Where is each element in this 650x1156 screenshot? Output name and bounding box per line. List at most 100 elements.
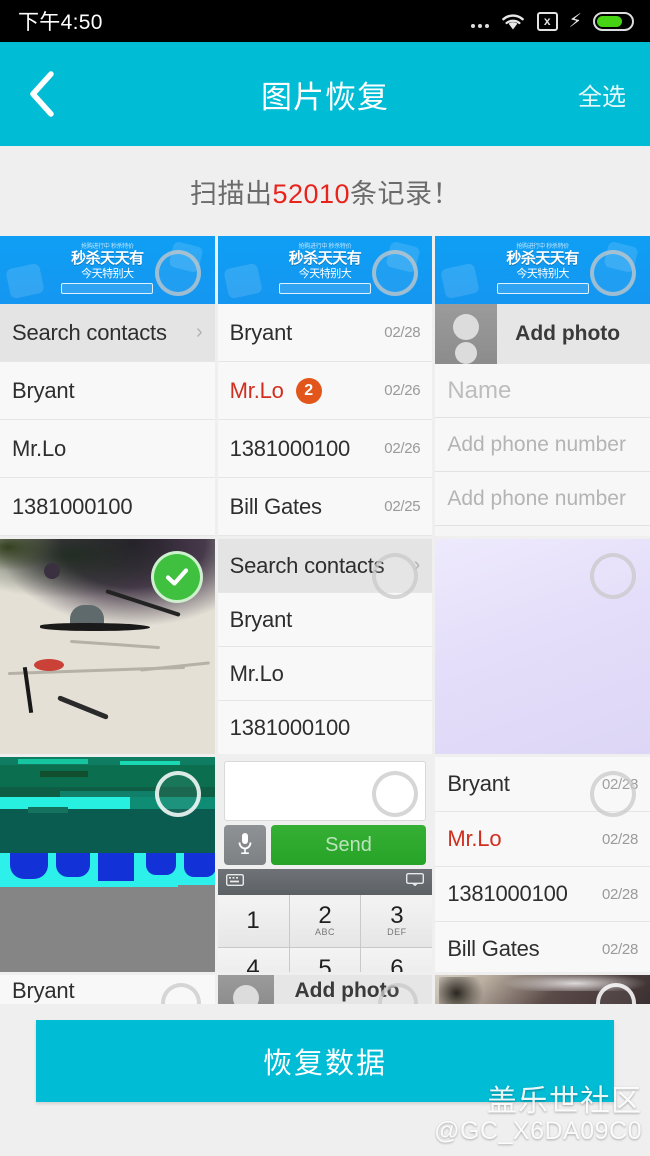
keypad-key[interactable]: 6 MNO xyxy=(361,948,433,972)
microphone-icon xyxy=(237,831,253,860)
list-item[interactable]: Mr.Lo 2 02/26 xyxy=(217,362,433,420)
promo-line2: 今天特别大 xyxy=(516,268,569,280)
phone-field-1[interactable]: Add phone number xyxy=(435,418,650,472)
thumb-contacts-list-screenshot[interactable]: 抢购进行中 秒杀特价 秒杀天天有 今天特别大 Search contacts ›… xyxy=(0,236,215,536)
row-label-wrap: Bryant xyxy=(229,319,293,346)
watermark: 盖乐世社区 @GC_X6DA09C0 xyxy=(434,1086,642,1144)
status-bar: 下午4:50 x ⚡ xyxy=(0,0,650,42)
chevron-right-icon: › xyxy=(195,321,203,343)
ink-cabin xyxy=(70,605,104,625)
microphone-button[interactable] xyxy=(223,825,266,865)
scan-result-bar: 扫描出52010条记录！ xyxy=(0,146,650,236)
promo-badge: 抢购进行中 秒杀特价 秒杀天天有 今天特别大 xyxy=(487,241,599,294)
thumb-add-contact-screenshot[interactable]: 抢购进行中 秒杀特价 秒杀天天有 今天特别大 Add photo Name Ad… xyxy=(435,236,650,536)
key-digit: 1 xyxy=(246,907,260,934)
list-item[interactable]: Bryant xyxy=(0,362,215,420)
row-date: 02/26 xyxy=(384,440,421,457)
list-item[interactable]: 1381000100 xyxy=(0,478,215,536)
list-item[interactable]: Mr.Lo xyxy=(0,420,215,478)
thumb-partial-contacts[interactable]: Bryant xyxy=(0,975,215,1004)
ink-reed xyxy=(57,695,109,720)
thumb-message-compose-screenshot[interactable]: Send 1 2 ABC 3 DEF 4 5 6 xyxy=(217,757,433,973)
app-header: 图片恢复 全选 xyxy=(0,42,650,146)
list-item[interactable]: 1381000100 02/28 xyxy=(435,867,650,922)
keypad-key[interactable]: 3 DEF xyxy=(361,895,433,947)
list-item[interactable]: Bill Gates 02/25 xyxy=(217,478,433,536)
list-item[interactable]: Mr.Lo 02/28 xyxy=(435,812,650,867)
keypad-key[interactable]: 1 xyxy=(217,895,289,947)
key-digit: 2 xyxy=(318,902,332,929)
photo-grid: 抢购进行中 秒杀特价 秒杀天天有 今天特别大 Search contacts ›… xyxy=(0,236,650,1004)
selection-ring[interactable] xyxy=(590,250,636,296)
status-icon-tray: x ⚡ xyxy=(470,10,634,32)
row-label: Bryant xyxy=(12,977,75,1003)
keypad-key[interactable]: 2 ABC xyxy=(289,895,361,947)
thumb-ink-painting-photo[interactable] xyxy=(0,539,215,754)
thumb-corrupted-glitch-photo[interactable] xyxy=(0,757,215,972)
row-label: Bryant xyxy=(229,319,293,345)
hide-keyboard-icon[interactable] xyxy=(406,872,425,892)
unread-badge: 2 xyxy=(295,377,322,404)
selection-ring[interactable] xyxy=(154,250,201,296)
keypad-key[interactable]: 5 JKL xyxy=(289,948,361,972)
promo-line2: 今天特别大 xyxy=(81,268,134,280)
row-label: Search contacts xyxy=(12,319,167,345)
phone-field-2[interactable]: Add phone number xyxy=(435,472,650,526)
scan-count-number: 52010 xyxy=(272,178,351,209)
key-letters: DEF xyxy=(387,927,407,937)
contact-rows: Search contacts › Bryant Mr.Lo 138100010… xyxy=(0,304,215,536)
ink-flower xyxy=(34,659,64,671)
charging-bolt-icon: ⚡ xyxy=(568,10,582,32)
list-item[interactable]: Search contacts › xyxy=(0,304,215,362)
row-label: Search contacts xyxy=(229,552,385,578)
promo-strip xyxy=(496,283,589,294)
row-label: 1381000100 xyxy=(447,881,568,906)
promo-line1: 秒杀天天有 xyxy=(288,250,362,267)
wifi-icon xyxy=(500,11,526,31)
name-field[interactable]: Name xyxy=(435,364,650,418)
list-item[interactable]: Bryant 02/28 xyxy=(217,304,433,362)
select-all-button[interactable]: 全选 xyxy=(578,77,626,112)
promo-line2: 今天特别大 xyxy=(298,268,352,280)
row-label: 1381000100 xyxy=(12,493,133,519)
glitch-band xyxy=(0,885,215,972)
selection-ring[interactable] xyxy=(372,771,419,817)
list-item[interactable]: Bryant xyxy=(217,593,433,647)
scan-suffix: 条记录！ xyxy=(350,178,461,209)
watermark-line2: @GC_X6DA09C0 xyxy=(434,1116,642,1145)
keypad-key[interactable]: 4 GHI xyxy=(217,948,289,973)
thumb-partial-photo[interactable] xyxy=(435,975,650,1004)
glitch-band xyxy=(0,881,178,887)
thumb-blank-lavender-photo[interactable] xyxy=(435,539,650,754)
selection-ring[interactable] xyxy=(154,771,201,817)
thumb-messages-list-screenshot-2[interactable]: Bryant 02/28 Mr.Lo 02/28 1381000100 02/2… xyxy=(435,757,650,972)
selection-ring[interactable] xyxy=(590,771,636,817)
list-item[interactable]: Bill Gates 02/28 xyxy=(435,922,650,972)
selected-check-icon[interactable] xyxy=(150,551,203,603)
list-item[interactable]: 1381000100 02/26 xyxy=(217,420,433,478)
keyboard-icon[interactable] xyxy=(225,873,244,891)
ink-wave xyxy=(140,661,210,672)
add-photo-row[interactable]: Add photo xyxy=(435,304,650,364)
footer-bar: 恢复数据 盖乐世社区 @GC_X6DA09C0 xyxy=(0,1004,650,1156)
avatar xyxy=(217,975,274,1004)
thumb-partial-add-contact[interactable]: Add photo xyxy=(217,975,433,1004)
selection-ring[interactable] xyxy=(372,250,419,296)
selection-ring[interactable] xyxy=(590,553,636,599)
selection-ring[interactable] xyxy=(372,553,419,599)
key-digit: 4 xyxy=(246,955,260,973)
thumb-messages-list-screenshot[interactable]: 抢购进行中 秒杀特价 秒杀天天有 今天特别大 Bryant 02/28 Mr.L… xyxy=(217,236,433,536)
thumb-contacts-list-screenshot-2[interactable]: Search contacts › Bryant Mr.Lo 138100010… xyxy=(217,539,433,754)
list-item[interactable]: 1381000100 xyxy=(217,701,433,754)
list-item[interactable]: Mr.Lo xyxy=(217,647,433,701)
row-label: Mr.Lo xyxy=(12,435,67,461)
scan-result-text: 扫描出52010条记录！ xyxy=(190,172,460,211)
message-rows: Bryant 02/28 Mr.Lo 2 02/26 1381000100 02… xyxy=(217,304,433,536)
keyboard-toolbar xyxy=(217,869,433,895)
send-row: Send xyxy=(218,825,433,865)
ink-boat xyxy=(40,623,150,631)
promo-strip xyxy=(61,283,154,294)
send-button[interactable]: Send xyxy=(270,825,427,865)
row-label: 1381000100 xyxy=(229,714,351,740)
glitch-band xyxy=(18,759,88,764)
